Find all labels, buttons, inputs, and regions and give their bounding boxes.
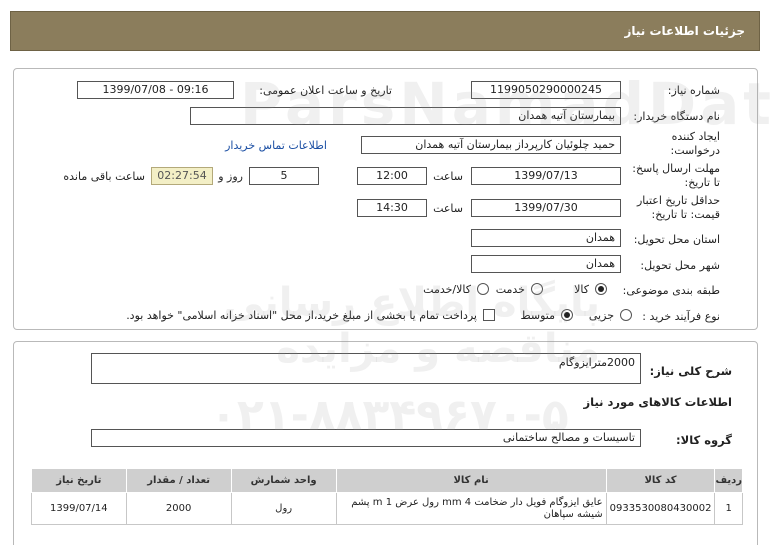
cell-unit: رول — [230, 492, 337, 525]
validity-date-field: 1399/07/30 — [471, 199, 621, 217]
remaining-time-field: 02:27:54 — [151, 167, 213, 185]
page-header: جزئیات اطلاعات نیاز — [10, 11, 760, 51]
creator-field: حمید چلوئیان کارپرداز بیمارستان آتیه همد… — [361, 136, 621, 154]
category-service-label: خدمت — [495, 283, 525, 296]
summary-label: شرح کلی نیاز: — [649, 364, 732, 378]
category-goods-radio[interactable] — [595, 283, 607, 295]
reply-deadline-label-1: مهلت ارسال پاسخ: — [632, 162, 720, 175]
need-details-panel: شرح کلی نیاز: 2000مترایزوگام اطلاعات کال… — [13, 341, 758, 545]
need-number-label: شماره نیاز: — [667, 84, 720, 97]
table-row: 1 0933530080430002 عایق ایزوگام فویل دار… — [31, 492, 743, 525]
treasury-payment-note: پرداخت تمام یا بخشی از مبلغ خرید،از محل … — [126, 309, 477, 322]
reply-date-field: 1399/07/13 — [471, 167, 621, 185]
category-label: طبقه بندی موضوعی: — [622, 284, 720, 297]
group-label: گروه کالا: — [676, 433, 732, 447]
days-field: 5 — [249, 167, 319, 185]
col-code: کد کالا — [605, 468, 716, 493]
goods-info-title: اطلاعات کالاهای مورد نیاز — [583, 395, 732, 409]
cell-code: 0933530080430002 — [605, 492, 716, 525]
validity-label-2: قیمت: تا تاریخ: — [651, 208, 720, 221]
goods-table: ردیف کد کالا نام کالا واحد شمارش تعداد /… — [31, 468, 743, 525]
col-unit: واحد شمارش — [230, 468, 337, 493]
city-field: همدان — [471, 255, 621, 273]
validity-label-1: حداقل تاریخ اعتبار — [636, 194, 720, 207]
purchase-minor-label: جزیی — [588, 309, 614, 322]
buyer-org-label: نام دستگاه خریدار: — [633, 110, 720, 123]
purchase-medium-radio[interactable] — [561, 309, 573, 321]
group-field: تاسیسات و مصالح ساختمانی — [91, 429, 641, 447]
days-label: روز و — [218, 170, 243, 183]
announce-field: 1399/07/08 - 09:16 — [77, 81, 234, 99]
cell-qty: 2000 — [125, 492, 232, 525]
cell-row: 1 — [714, 492, 743, 525]
reply-deadline-label-2: تا تاریخ: — [684, 176, 720, 189]
province-label: استان محل تحویل: — [633, 233, 720, 246]
col-qty: تعداد / مقدار — [125, 468, 232, 493]
summary-field: 2000مترایزوگام — [91, 353, 641, 384]
goods-table-header: ردیف کد کالا نام کالا واحد شمارش تعداد /… — [31, 468, 743, 493]
category-goods-service-label: کالا/خدمت — [423, 283, 471, 296]
announce-label: تاریخ و ساعت اعلان عمومی: — [259, 84, 392, 97]
col-row: ردیف — [714, 468, 743, 493]
remaining-time-label: ساعت باقی مانده — [63, 170, 145, 183]
province-field: همدان — [471, 229, 621, 247]
city-label: شهر محل تحویل: — [640, 259, 720, 272]
reply-time-label: ساعت — [433, 170, 463, 183]
contact-buyer-link[interactable]: اطلاعات تماس خریدار — [225, 139, 327, 152]
creator-label-2: درخواست: — [670, 144, 720, 157]
purchase-type-label: نوع فرآیند خرید : — [642, 310, 720, 323]
page-title: جزئیات اطلاعات نیاز — [624, 24, 745, 38]
category-goods-label: کالا — [574, 283, 589, 296]
need-number-field: 1199050290000245 — [471, 81, 621, 99]
col-name: نام کالا — [335, 468, 607, 493]
treasury-payment-checkbox[interactable] — [483, 309, 495, 321]
category-service-radio[interactable] — [531, 283, 543, 295]
need-info-panel: شماره نیاز: 1199050290000245 تاریخ و ساع… — [13, 68, 758, 330]
category-goods-service-radio[interactable] — [477, 283, 489, 295]
col-date: تاریخ نیاز — [31, 468, 127, 493]
purchase-medium-label: متوسط — [520, 309, 555, 322]
creator-label-1: ایجاد کننده — [671, 130, 720, 143]
cell-name: عایق ایزوگام فویل دار ضخامت mm 4 رول عرض… — [335, 492, 607, 525]
buyer-org-field: بیمارستان آتیه همدان — [190, 107, 621, 125]
validity-time-label: ساعت — [433, 202, 463, 215]
purchase-minor-radio[interactable] — [620, 309, 632, 321]
validity-time-field: 14:30 — [357, 199, 427, 217]
reply-time-field: 12:00 — [357, 167, 427, 185]
cell-date: 1399/07/14 — [31, 492, 127, 525]
